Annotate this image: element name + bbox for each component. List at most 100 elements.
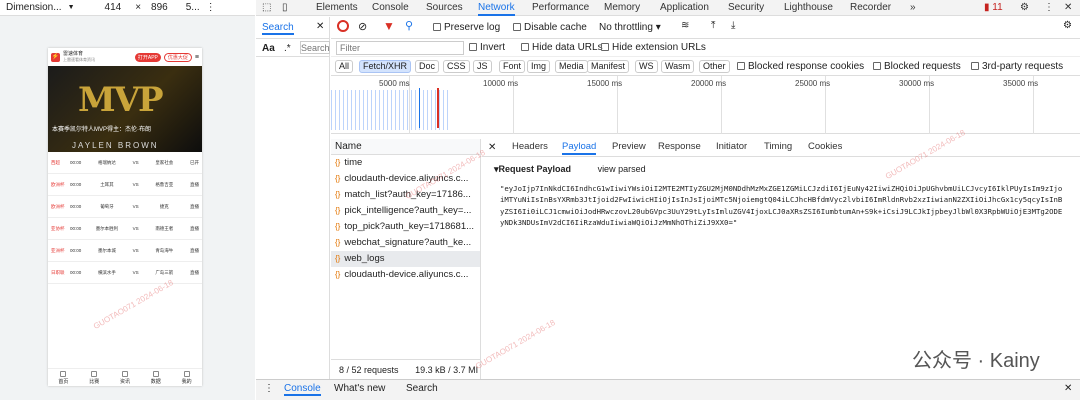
- inspect-icon[interactable]: ⬚: [262, 0, 271, 16]
- type-filter-media[interactable]: Media: [555, 60, 588, 73]
- request-row[interactable]: {} cloudauth-device.aliyuncs.c...: [331, 267, 480, 283]
- more-tabs[interactable]: »: [910, 0, 916, 16]
- tab-lighthouse[interactable]: Lighthouse: [784, 0, 833, 16]
- nav-item[interactable]: 我的: [182, 370, 192, 385]
- match-row[interactable]: 亚协杯 00:00 墨尔本胜利 VS 南德王者 直播: [48, 218, 202, 240]
- device-zoom[interactable]: 5...: [186, 2, 200, 13]
- type-filter-fetchxhr[interactable]: Fetch/XHR: [359, 60, 412, 73]
- filter-input[interactable]: [336, 41, 464, 55]
- invert-checkbox[interactable]: Invert: [469, 42, 505, 53]
- search-input[interactable]: [300, 41, 330, 54]
- promo-button[interactable]: 优惠大促: [163, 52, 192, 62]
- nav-item[interactable]: 资讯: [120, 370, 130, 385]
- detail-tab-response[interactable]: Response: [658, 139, 701, 155]
- error-count[interactable]: ▮ 11: [984, 0, 1003, 16]
- regex-button[interactable]: .*: [284, 43, 291, 54]
- disable-cache-checkbox[interactable]: Disable cache: [513, 22, 587, 33]
- upload-icon[interactable]: ⤒: [711, 20, 715, 31]
- search-tab[interactable]: Search: [262, 22, 294, 35]
- detail-tabs: ✕ Headers Payload Preview Response Initiator…: [482, 139, 1080, 157]
- type-filter-js[interactable]: JS: [473, 60, 492, 73]
- detail-tab-preview[interactable]: Preview: [612, 139, 646, 155]
- preserve-log-checkbox[interactable]: Preserve log: [433, 22, 500, 33]
- nav-item[interactable]: 比赛: [89, 370, 99, 385]
- name-header[interactable]: Name: [331, 139, 480, 155]
- type-filter-img[interactable]: Img: [527, 60, 551, 73]
- tab-application[interactable]: Application: [660, 0, 709, 16]
- menu-icon[interactable]: ≡: [195, 54, 199, 61]
- detail-tab-timing[interactable]: Timing: [764, 139, 792, 155]
- hide-data-urls-checkbox[interactable]: Hide data URLs: [521, 42, 603, 53]
- close-icon[interactable]: ✕: [488, 142, 496, 153]
- type-filter-other[interactable]: Other: [699, 60, 730, 73]
- request-row[interactable]: {} webchat_signature?auth_ke...: [331, 235, 480, 251]
- gear-icon[interactable]: ⚙: [1063, 20, 1072, 31]
- tab-elements[interactable]: Elements: [316, 0, 358, 16]
- type-filter-manifest[interactable]: Manifest: [587, 60, 630, 73]
- device-height[interactable]: 896: [151, 2, 168, 13]
- close-icon[interactable]: ✕: [316, 21, 324, 32]
- match-row[interactable]: 西超 00:00 格瑞纳达 VS 皇家社会 已开: [48, 152, 202, 174]
- device-width[interactable]: 414: [105, 2, 122, 13]
- type-filter-ws[interactable]: WS: [635, 60, 658, 73]
- third-party-checkbox[interactable]: 3rd-party requests: [971, 61, 1063, 72]
- tab-sources[interactable]: Sources: [426, 0, 463, 16]
- type-filter-all[interactable]: All: [335, 60, 354, 73]
- match-league: 亚协杯: [51, 225, 65, 231]
- open-app-button[interactable]: 打开APP: [134, 52, 161, 62]
- wifi-icon[interactable]: ≋: [681, 20, 689, 31]
- drawer-tab-console[interactable]: Console: [284, 383, 321, 396]
- detail-tab-cookies[interactable]: Cookies: [808, 139, 842, 155]
- tab-console[interactable]: Console: [372, 0, 409, 16]
- match-row[interactable]: 欧洲杯 00:00 土耳其 VS 格鲁吉亚 直播: [48, 174, 202, 196]
- request-row[interactable]: {} top_pick?auth_key=1718681...: [331, 219, 480, 235]
- detail-tab-initiator[interactable]: Initiator: [716, 139, 747, 155]
- hero-banner[interactable]: MVP 本赛季凯尔特人MVP得主：杰伦·布朗 JAYLEN BROWN: [48, 66, 202, 152]
- request-row[interactable]: {} web_logs: [331, 251, 480, 267]
- more-vert-icon[interactable]: ⋮: [264, 383, 274, 394]
- request-row[interactable]: {} pick_intelligence?auth_key=...: [331, 203, 480, 219]
- gear-icon[interactable]: ⚙: [1020, 0, 1029, 16]
- detail-tab-headers[interactable]: Headers: [512, 139, 548, 155]
- tab-security[interactable]: Security: [728, 0, 764, 16]
- payload-header[interactable]: ▾Request Payload view parsed: [494, 164, 646, 175]
- tab-performance[interactable]: Performance: [532, 0, 589, 16]
- type-filter-doc[interactable]: Doc: [415, 60, 440, 73]
- tab-memory[interactable]: Memory: [604, 0, 640, 16]
- match-row[interactable]: 日职联 00:00 横滨水手 VS 广岛三箭 直播: [48, 262, 202, 284]
- network-overview[interactable]: 5000 ms 10000 ms 15000 ms 20000 ms 25000 ms 3…: [331, 76, 1080, 134]
- detail-tab-payload[interactable]: Payload: [562, 139, 597, 155]
- view-parsed-link[interactable]: view parsed: [598, 164, 646, 174]
- chevron-down-icon[interactable]: ▼: [68, 4, 75, 11]
- load-marker: [437, 88, 439, 128]
- more-icon[interactable]: ⋮: [206, 2, 216, 13]
- close-icon[interactable]: ✕: [1064, 0, 1072, 16]
- type-filter-css[interactable]: CSS: [443, 60, 470, 73]
- match-row[interactable]: 欧洲杯 00:00 葡萄牙 VS 捷克 直播: [48, 196, 202, 218]
- search-icon[interactable]: ⚲: [405, 19, 413, 32]
- nav-item[interactable]: 首页: [58, 370, 68, 385]
- clear-icon[interactable]: ⊘: [358, 20, 367, 33]
- hero-caption: 本赛季凯尔特人MVP得主：杰伦·布朗: [52, 127, 152, 133]
- throttling-select[interactable]: No throttling ▾: [599, 22, 661, 33]
- download-icon[interactable]: ⤓: [731, 20, 735, 31]
- tab-network[interactable]: Network: [478, 0, 515, 16]
- tab-recorder[interactable]: Recorder: [850, 0, 891, 16]
- match-case-button[interactable]: Aa: [262, 43, 275, 54]
- close-icon[interactable]: ✕: [1064, 383, 1072, 394]
- nav-item[interactable]: 数据: [151, 370, 161, 385]
- match-row[interactable]: 亚洲杯 00:00 墨尔本城 VS 青岛海牛 直播: [48, 240, 202, 262]
- drawer-tab-whats-new[interactable]: What's new: [334, 383, 385, 394]
- type-filter-wasm[interactable]: Wasm: [661, 60, 695, 73]
- type-filter-font[interactable]: Font: [499, 60, 526, 73]
- more-vert-icon[interactable]: ⋮: [1044, 0, 1054, 16]
- request-row[interactable]: {} cloudauth-device.aliyuncs.c...: [331, 171, 480, 187]
- filter-icon[interactable]: ▼: [383, 19, 395, 33]
- hide-ext-urls-checkbox[interactable]: Hide extension URLs: [601, 42, 706, 53]
- device-preset[interactable]: Dimension...: [6, 2, 62, 13]
- drawer-tab-search[interactable]: Search: [406, 383, 438, 394]
- blocked-requests-checkbox[interactable]: Blocked requests: [873, 61, 961, 72]
- record-icon[interactable]: [337, 20, 349, 32]
- device-toggle-icon[interactable]: ▯: [282, 0, 288, 16]
- blocked-cookies-checkbox[interactable]: Blocked response cookies: [737, 61, 864, 72]
